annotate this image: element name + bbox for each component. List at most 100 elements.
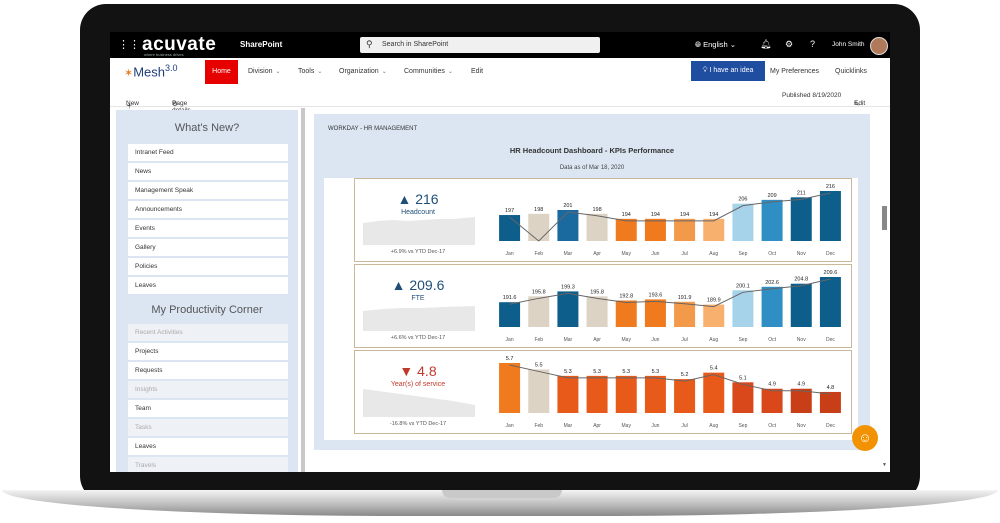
data-label: 193.6: [649, 292, 663, 298]
site-logo[interactable]: ✶Mesh3.0: [124, 63, 178, 79]
productivity-item[interactable]: Team: [128, 400, 288, 417]
kpi-note: -16.8% vs YTD Dec-17: [389, 421, 447, 427]
nav-communities[interactable]: Communities ⌄: [404, 68, 453, 75]
kpi-summary: ▼ 4.8 Year(s) of service -16.8% vs YTD D…: [355, 351, 481, 433]
dashboard-subtitle: Data as of Mar 18, 2020: [559, 165, 625, 171]
kpi-headcount-card: ▲ 216 Headcount +6.9% vs YTD Dec-17 197 J…: [354, 178, 852, 262]
nav-division[interactable]: Division ⌄: [248, 68, 281, 75]
help-icon[interactable]: ?: [810, 39, 815, 49]
productivity-section-header: Tasks: [128, 419, 288, 436]
search-box[interactable]: ⚲ Search in SharePoint: [360, 37, 600, 53]
app-name[interactable]: SharePoint: [240, 40, 282, 49]
kpi-value-text: 216: [415, 191, 439, 207]
user-name[interactable]: John Smith: [832, 41, 865, 48]
tick-label: Oct: [768, 423, 776, 429]
tick-label: Apr: [593, 337, 601, 343]
nav-home[interactable]: Home: [205, 60, 238, 84]
data-label: 5.7: [506, 356, 514, 362]
bar-dec: [819, 277, 841, 327]
data-label: 195.8: [590, 289, 604, 295]
bar-jun: [644, 299, 666, 327]
whats-new-title: What's New?: [174, 122, 240, 134]
data-label: 202.6: [765, 280, 779, 286]
whats-new-item[interactable]: Events: [128, 220, 288, 237]
productivity-title: My Productivity Corner: [151, 304, 263, 316]
productivity-item[interactable]: Projects: [128, 343, 288, 360]
whats-new-item[interactable]: Intranet Feed: [128, 144, 288, 161]
quicklinks-link[interactable]: Quicklinks: [835, 68, 867, 75]
bar-nov: [790, 197, 812, 241]
bar-apr: [586, 296, 608, 327]
data-label: 199.3: [561, 284, 575, 290]
kpi-value: ▲ 209.6: [355, 277, 481, 293]
scrollbar-thumb[interactable]: [882, 206, 887, 230]
bar-jun: [644, 375, 666, 413]
bar-oct: [761, 388, 783, 413]
tick-label: May: [622, 251, 632, 257]
bar-feb: [528, 369, 550, 413]
kpi-arrow-icon: ▼: [399, 363, 418, 379]
tick-label: Jul: [681, 423, 687, 429]
data-label: 194: [709, 212, 718, 218]
nav-tools[interactable]: Tools ⌄: [298, 68, 322, 75]
data-label: 5.1: [739, 375, 747, 381]
data-label: 216: [826, 184, 835, 190]
data-label: 5.3: [564, 369, 572, 375]
bar-feb: [528, 213, 550, 241]
my-preferences-link[interactable]: My Preferences: [770, 68, 819, 75]
bar-oct: [761, 199, 783, 241]
whats-new-item[interactable]: Policies: [128, 258, 288, 275]
kpi-label: Headcount: [401, 209, 435, 216]
tick-label: Jun: [651, 251, 659, 257]
nav-organization[interactable]: Organization ⌄: [339, 68, 387, 75]
tick-label: Aug: [709, 251, 718, 257]
command-bar: ＋ New ⌄ ⚙ Page details Published 8/19/20…: [110, 84, 890, 114]
kpi-value-text: 209.6: [409, 277, 445, 293]
tick-label: Oct: [768, 251, 776, 257]
data-label: 4.9: [768, 382, 776, 388]
bar-nov: [790, 283, 812, 327]
app-launcher-icon[interactable]: ⋮⋮⋮: [118, 39, 151, 51]
data-label: 209: [767, 193, 776, 199]
bell-icon[interactable]: 🔔︎: [760, 39, 771, 50]
chatbot-icon[interactable]: ☺: [852, 425, 878, 451]
whats-new-item[interactable]: Management Speak: [128, 182, 288, 199]
kpi-label: Year(s) of service: [390, 381, 446, 388]
gear-icon[interactable]: ⚙: [785, 39, 793, 50]
bar-apr: [586, 213, 608, 241]
avatar[interactable]: [870, 37, 888, 55]
whats-new-item[interactable]: Leaves: [128, 277, 288, 294]
kpi-arrow-icon: ▲: [391, 277, 410, 293]
productivity-section-header: Insights: [128, 381, 288, 398]
tick-label: Jun: [651, 337, 659, 343]
data-label: 5.3: [622, 369, 630, 375]
idea-button[interactable]: 💡︎ I have an idea: [691, 61, 765, 81]
tick-label: Jun: [651, 423, 659, 429]
search-placeholder: Search in SharePoint: [382, 41, 449, 48]
productivity-item[interactable]: Leaves: [128, 438, 288, 455]
nav-edit[interactable]: Edit: [471, 68, 483, 75]
globe-icon: 🌐︎: [695, 40, 701, 49]
language-selector[interactable]: 🌐︎ English ⌄: [695, 40, 736, 50]
kpi-value: ▼ 4.8: [355, 363, 481, 379]
kpi-bar-chart: 5.7 Jan 5.5 Feb 5.3 Mar 5.3 Apr 5.3 May 5.3 Jun 5.2 J…: [499, 356, 841, 429]
tick-label: Apr: [593, 423, 601, 429]
bar-aug: [703, 372, 725, 413]
bar-may: [615, 300, 637, 327]
site-nav: ✶Mesh3.0 Home Division ⌄ Tools ⌄ Organizat…: [110, 58, 890, 85]
whats-new-item[interactable]: News: [128, 163, 288, 180]
bar-jul: [674, 218, 696, 241]
dashboard-panel: WORKDAY - HR MANAGEMENT HR Headcount Das…: [314, 114, 870, 450]
productivity-item[interactable]: Requests: [128, 362, 288, 379]
panel-divider: [301, 108, 305, 472]
data-label: 194: [651, 212, 660, 218]
tick-label: Jul: [681, 251, 687, 257]
bar-dec: [819, 391, 841, 413]
suite-bar: ⋮⋮⋮ acuvate where business drives ShareP…: [110, 32, 890, 58]
whats-new-item[interactable]: Announcements: [128, 201, 288, 218]
nav-division-label: Division: [248, 68, 273, 75]
site-version: 3.0: [165, 63, 178, 73]
scroll-down-icon[interactable]: ▼: [882, 462, 887, 468]
tick-label: Sep: [738, 337, 747, 343]
whats-new-item[interactable]: Gallery: [128, 239, 288, 256]
